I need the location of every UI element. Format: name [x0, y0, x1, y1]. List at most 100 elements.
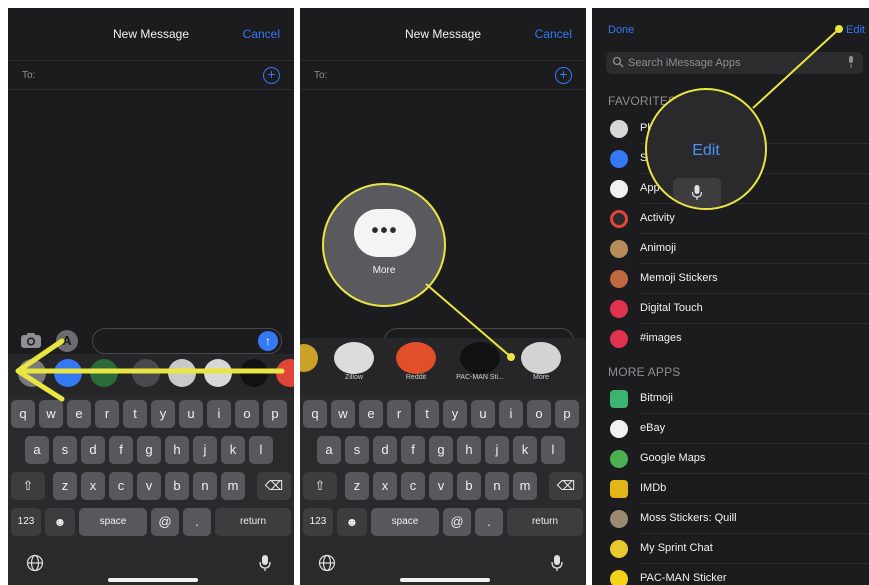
send-arrow-icon[interactable]: ↑	[258, 331, 278, 351]
app-icon[interactable]	[276, 359, 294, 387]
key-h[interactable]: h	[457, 436, 481, 464]
key-d[interactable]: d	[81, 436, 105, 464]
key-return[interactable]: return	[215, 508, 291, 536]
to-field-row[interactable]: To: +	[300, 60, 586, 90]
key-at[interactable]: @	[151, 508, 179, 536]
key-dot[interactable]: .	[475, 508, 503, 536]
plus-circle-icon[interactable]: +	[555, 67, 572, 84]
key-y[interactable]: y	[443, 400, 467, 428]
globe-icon[interactable]	[318, 554, 336, 572]
key-v[interactable]: v	[429, 472, 453, 500]
key-j[interactable]: j	[485, 436, 509, 464]
key-s[interactable]: s	[345, 436, 369, 464]
key-b[interactable]: b	[457, 472, 481, 500]
key-k[interactable]: k	[513, 436, 537, 464]
key-m[interactable]: m	[221, 472, 245, 500]
key-f[interactable]: f	[401, 436, 425, 464]
cancel-button[interactable]: Cancel	[243, 27, 280, 41]
key-x[interactable]: x	[373, 472, 397, 500]
reddit-app-icon[interactable]	[396, 342, 436, 374]
key-i[interactable]: i	[207, 400, 231, 428]
key-u[interactable]: u	[179, 400, 203, 428]
globe-icon[interactable]	[26, 554, 44, 572]
app-drawer-strip[interactable]	[300, 338, 586, 394]
key-k[interactable]: k	[221, 436, 245, 464]
app-row-animoji[interactable]: Animoji	[592, 234, 869, 264]
key-r[interactable]: r	[387, 400, 411, 428]
key-x[interactable]: x	[81, 472, 105, 500]
key-l[interactable]: l	[249, 436, 273, 464]
app-icon[interactable]	[168, 359, 196, 387]
key-s[interactable]: s	[53, 436, 77, 464]
camera-icon[interactable]	[20, 332, 42, 349]
microphone-icon[interactable]	[258, 554, 272, 572]
app-icon[interactable]	[240, 359, 268, 387]
key-o[interactable]: o	[235, 400, 259, 428]
app-icon[interactable]	[90, 359, 118, 387]
key-w[interactable]: w	[39, 400, 63, 428]
microphone-icon[interactable]	[847, 56, 855, 68]
key-e[interactable]: e	[67, 400, 91, 428]
more-app-icon[interactable]	[521, 342, 561, 374]
key-p[interactable]: p	[263, 400, 287, 428]
key-m[interactable]: m	[513, 472, 537, 500]
key-123[interactable]: 123	[11, 508, 41, 536]
key-n[interactable]: n	[193, 472, 217, 500]
key-dot[interactable]: .	[183, 508, 211, 536]
key-p[interactable]: p	[555, 400, 579, 428]
key-e[interactable]: e	[359, 400, 383, 428]
app-row-ebay[interactable]: eBay	[592, 414, 869, 444]
app-icon[interactable]	[18, 359, 46, 387]
key-q[interactable]: q	[11, 400, 35, 428]
app-row-moss-stickers[interactable]: Moss Stickers: Quill	[592, 504, 869, 534]
app-icon[interactable]	[300, 344, 318, 372]
key-g[interactable]: g	[137, 436, 161, 464]
more-button[interactable]: •••	[354, 209, 416, 257]
app-icon[interactable]	[132, 359, 160, 387]
key-a[interactable]: a	[317, 436, 341, 464]
key-c[interactable]: c	[109, 472, 133, 500]
app-row-google-maps[interactable]: Google Maps	[592, 444, 869, 474]
app-row-memoji[interactable]: Memoji Stickers	[592, 264, 869, 294]
emoji-icon[interactable]: ☻	[337, 508, 367, 536]
key-n[interactable]: n	[485, 472, 509, 500]
key-g[interactable]: g	[429, 436, 453, 464]
key-t[interactable]: t	[415, 400, 439, 428]
key-w[interactable]: w	[331, 400, 355, 428]
key-space[interactable]: space	[371, 508, 439, 536]
app-store-icon[interactable]: A	[56, 330, 78, 352]
key-f[interactable]: f	[109, 436, 133, 464]
key-l[interactable]: l	[541, 436, 565, 464]
key-y[interactable]: y	[151, 400, 175, 428]
key-z[interactable]: z	[345, 472, 369, 500]
edit-button[interactable]: Edit	[846, 24, 865, 36]
cancel-button[interactable]: Cancel	[535, 27, 572, 41]
app-icon[interactable]	[54, 359, 82, 387]
key-j[interactable]: j	[193, 436, 217, 464]
key-c[interactable]: c	[401, 472, 425, 500]
app-row-digital-touch[interactable]: Digital Touch	[592, 294, 869, 324]
app-icon[interactable]	[204, 359, 232, 387]
key-t[interactable]: t	[123, 400, 147, 428]
key-b[interactable]: b	[165, 472, 189, 500]
emoji-icon[interactable]: ☻	[45, 508, 75, 536]
shift-icon[interactable]: ⇧	[303, 472, 337, 500]
key-at[interactable]: @	[443, 508, 471, 536]
key-return[interactable]: return	[507, 508, 583, 536]
app-drawer-strip[interactable]	[8, 354, 294, 394]
key-z[interactable]: z	[53, 472, 77, 500]
app-row-images[interactable]: #images	[592, 324, 869, 354]
key-v[interactable]: v	[137, 472, 161, 500]
key-123[interactable]: 123	[303, 508, 333, 536]
microphone-icon[interactable]	[550, 554, 564, 572]
key-o[interactable]: o	[527, 400, 551, 428]
message-input[interactable]: ↑	[92, 328, 282, 354]
plus-circle-icon[interactable]: +	[263, 67, 280, 84]
pacman-app-icon[interactable]	[460, 342, 500, 374]
shift-icon[interactable]: ⇧	[11, 472, 45, 500]
done-button[interactable]: Done	[608, 24, 634, 36]
app-row-imdb[interactable]: IMDb	[592, 474, 869, 504]
key-i[interactable]: i	[499, 400, 523, 428]
search-input[interactable]: Search iMessage Apps	[606, 52, 863, 74]
zillow-app-icon[interactable]	[334, 342, 374, 374]
